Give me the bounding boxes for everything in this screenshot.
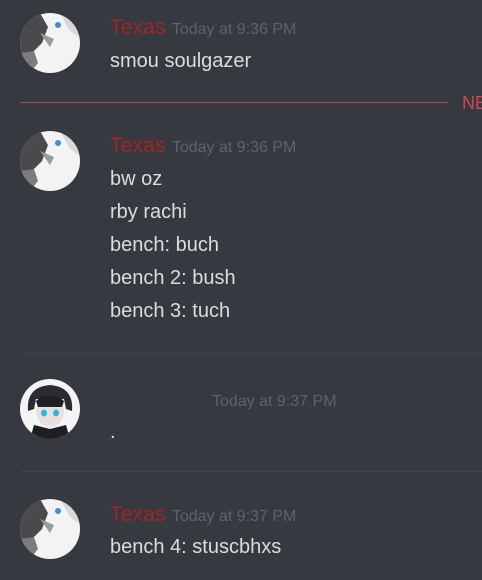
user-avatar[interactable]	[20, 13, 80, 73]
message-text: rby rachi	[110, 201, 187, 223]
anime-character-avatar-icon	[20, 379, 80, 439]
message-text: .	[110, 421, 116, 443]
message-header: Texas Today at 9:37 PM	[110, 503, 296, 527]
new-messages-divider	[20, 102, 448, 103]
message-text: bench 3: tuch	[110, 300, 231, 322]
message-header: Texas Today at 9:36 PM	[110, 16, 296, 40]
timestamp[interactable]: Today at 9:36 PM	[172, 21, 297, 38]
wolf-avatar-icon	[20, 131, 80, 191]
message-separator	[22, 471, 482, 472]
wolf-avatar-icon	[20, 499, 80, 559]
message-text: bw oz	[110, 168, 163, 190]
wolf-avatar-icon	[20, 13, 80, 73]
user-avatar[interactable]	[20, 131, 80, 191]
message-header: Texas Today at 9:36 PM	[110, 134, 296, 158]
timestamp[interactable]: Today at 9:37 PM	[172, 508, 297, 525]
new-messages-label: NE	[462, 93, 482, 113]
message-separator	[22, 353, 482, 354]
username[interactable]: Texas	[110, 503, 166, 526]
message-text: bench 4: stuscbhxs	[110, 536, 282, 558]
message-text: bench: buch	[110, 234, 219, 256]
timestamp[interactable]: Today at 9:37 PM	[212, 393, 337, 410]
user-avatar[interactable]	[20, 379, 80, 439]
username[interactable]: Texas	[110, 134, 166, 157]
message-header: Today at 9:37 PM	[110, 388, 337, 412]
message-text: bench 2: bush	[110, 267, 236, 289]
timestamp[interactable]: Today at 9:36 PM	[172, 139, 297, 156]
message-text: smou soulgazer	[110, 50, 252, 72]
username[interactable]: Texas	[110, 16, 166, 39]
user-avatar[interactable]	[20, 499, 80, 559]
